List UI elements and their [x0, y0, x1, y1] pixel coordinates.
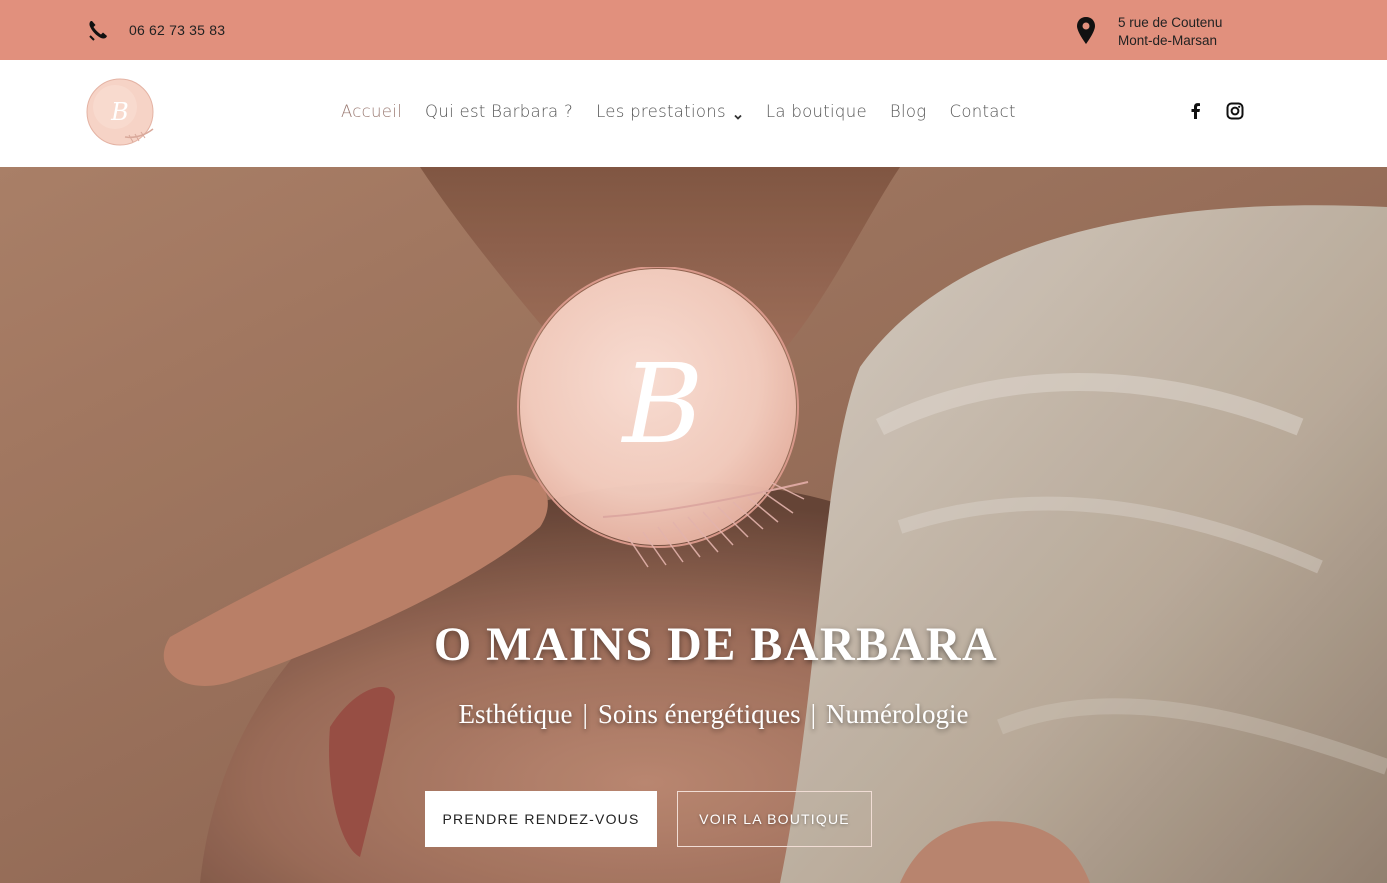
address-contact: 5 rue de Coutenu Mont-de-Marsan — [1075, 14, 1222, 50]
phone-contact[interactable]: 06 62 73 35 83 — [86, 18, 225, 42]
site-header: B Accueil Qui est Barbara ? Les prestati… — [0, 60, 1387, 167]
subtitle-soins: Soins énergétiques — [597, 699, 801, 729]
chevron-down-icon — [733, 107, 743, 120]
address-line2: Mont-de-Marsan — [1118, 33, 1218, 48]
subtitle-separator: | — [810, 699, 817, 729]
map-pin-icon — [1075, 16, 1097, 46]
nav-item-blog[interactable]: Blog — [890, 102, 927, 121]
hero-logo: B — [508, 266, 813, 587]
hero-title: O MAINS DE BARBARA — [433, 618, 999, 671]
book-appointment-button[interactable]: PRENDRE RENDEZ-VOUS — [425, 791, 657, 847]
subtitle-esthetique: Esthétique — [458, 699, 573, 729]
phone-icon — [86, 18, 110, 42]
address-text: 5 rue de Coutenu Mont-de-Marsan — [1118, 14, 1222, 50]
instagram-icon[interactable] — [1226, 102, 1244, 120]
phone-number[interactable]: 06 62 73 35 83 — [129, 22, 225, 38]
nav-item-la-boutique[interactable]: La boutique — [766, 102, 867, 121]
site-logo[interactable]: B — [85, 77, 157, 153]
nav-item-les-prestations[interactable]: Les prestations — [596, 102, 743, 121]
subtitle-numerologie: Numérologie — [826, 699, 969, 729]
nav-item-contact[interactable]: Contact — [950, 102, 1016, 121]
nav-item-accueil[interactable]: Accueil — [341, 102, 402, 121]
main-nav: Accueil Qui est Barbara ? Les prestation… — [341, 102, 1039, 121]
hero-subtitle: Esthétique | Soins énergétiques | Numérologi… — [0, 699, 1387, 730]
hero-section: B O MAINS DE BARBARA Esthétique | Soins én… — [0, 167, 1387, 883]
hero-logo-letter: B — [621, 340, 704, 468]
address-line1: 5 rue de Coutenu — [1118, 15, 1223, 30]
logo-letter: B — [110, 98, 129, 126]
subtitle-separator: | — [582, 699, 588, 729]
facebook-icon[interactable] — [1187, 102, 1205, 120]
nav-item-qui-est-barbara[interactable]: Qui est Barbara ? — [425, 102, 573, 121]
view-shop-button[interactable]: VOIR LA BOUTIQUE — [677, 791, 872, 847]
top-contact-bar: 06 62 73 35 83 5 rue de Coutenu Mont-de-… — [0, 0, 1387, 60]
